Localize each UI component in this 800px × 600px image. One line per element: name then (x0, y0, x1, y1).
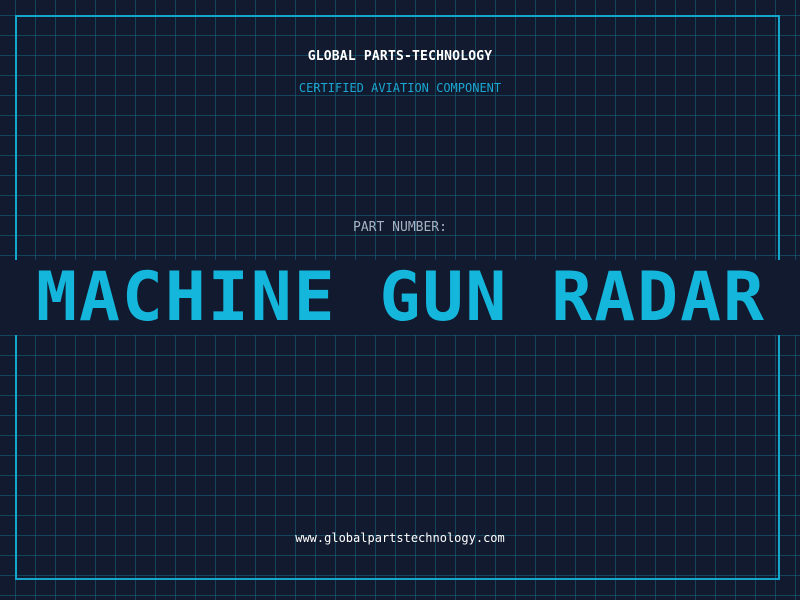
part-number-value: MACHINE GUN RADAR (36, 260, 766, 335)
part-number-label: PART NUMBER: (353, 220, 447, 235)
website-url: www.globalpartstechnology.com (295, 531, 505, 545)
certification-subtitle: CERTIFIED AVIATION COMPONENT (298, 81, 502, 95)
company-name: GLOBAL PARTS-TECHNOLOGY (307, 49, 493, 64)
certificate-canvas: GLOBAL PARTS-TECHNOLOGY CERTIFIED AVIATI… (0, 0, 800, 600)
part-number-band: MACHINE GUN RADAR (0, 260, 800, 335)
